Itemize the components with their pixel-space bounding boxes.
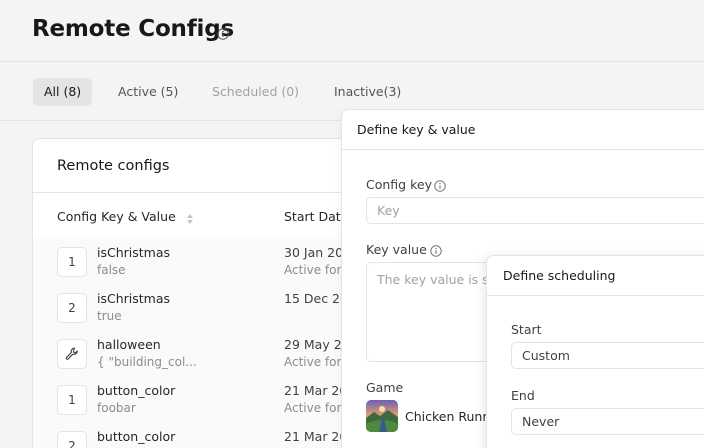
column-header-start-date[interactable]: Start Dat [284,209,341,224]
variant-badge: 2 [57,293,87,323]
start-label: Start [511,322,542,337]
start-date: 21 Mar 20 [284,429,348,444]
sort-icon[interactable] [186,210,194,229]
tab-active[interactable]: Active (5) [107,78,189,106]
config-key: halloween [97,337,161,352]
config-key: isChristmas [97,291,171,306]
panel-title: Define key & value [357,122,476,137]
wrench-icon [57,339,87,369]
config-key: button_color [97,429,176,444]
panel-header: Define key & value [342,110,704,150]
config-value: true [97,309,122,323]
info-icon[interactable] [430,242,442,261]
config-value: false [97,263,126,277]
key-value-label: Key value [366,242,427,257]
page-title: Remote Configs [32,16,234,42]
tab-inactive[interactable]: Inactive(3) [323,78,412,106]
tab-scheduled[interactable]: Scheduled (0) [201,78,310,106]
column-header-key-value[interactable]: Config Key & Value [57,209,176,224]
start-date: 15 Dec 20 [284,291,348,306]
status-text: Active for [284,401,342,415]
tab-all[interactable]: All (8) [33,78,93,106]
info-icon[interactable] [217,25,229,44]
start-date: 30 Jan 20 [284,245,344,260]
status-text: Active for [284,263,342,277]
config-key: isChristmas [97,245,171,260]
config-value: { "building_col... [97,355,197,369]
config-key-input[interactable]: Key [366,197,704,224]
start-select[interactable]: Custom [511,342,704,369]
card-title: Remote configs [57,158,170,174]
panel-title: Define scheduling [503,268,616,283]
page-header: Remote Configs [0,0,704,62]
game-name[interactable]: Chicken Runn [405,409,490,424]
variant-badge: 1 [57,385,87,415]
config-key: button_color [97,383,176,398]
game-thumbnail [366,400,398,432]
variant-badge: 2 [57,431,87,448]
config-key-label: Config key [366,177,432,192]
end-select[interactable]: Never [511,408,704,435]
variant-badge: 1 [57,247,87,277]
panel-header: Define scheduling [487,256,704,296]
info-icon[interactable] [434,177,446,196]
game-label: Game [366,380,404,395]
config-value: foobar [97,401,136,415]
start-date: 21 Mar 20 [284,383,348,398]
define-scheduling-panel: Define scheduling Start Custom End Never [486,255,704,448]
status-text: Active for [284,355,342,369]
end-label: End [511,388,535,403]
start-date: 29 May 20 [284,337,350,352]
